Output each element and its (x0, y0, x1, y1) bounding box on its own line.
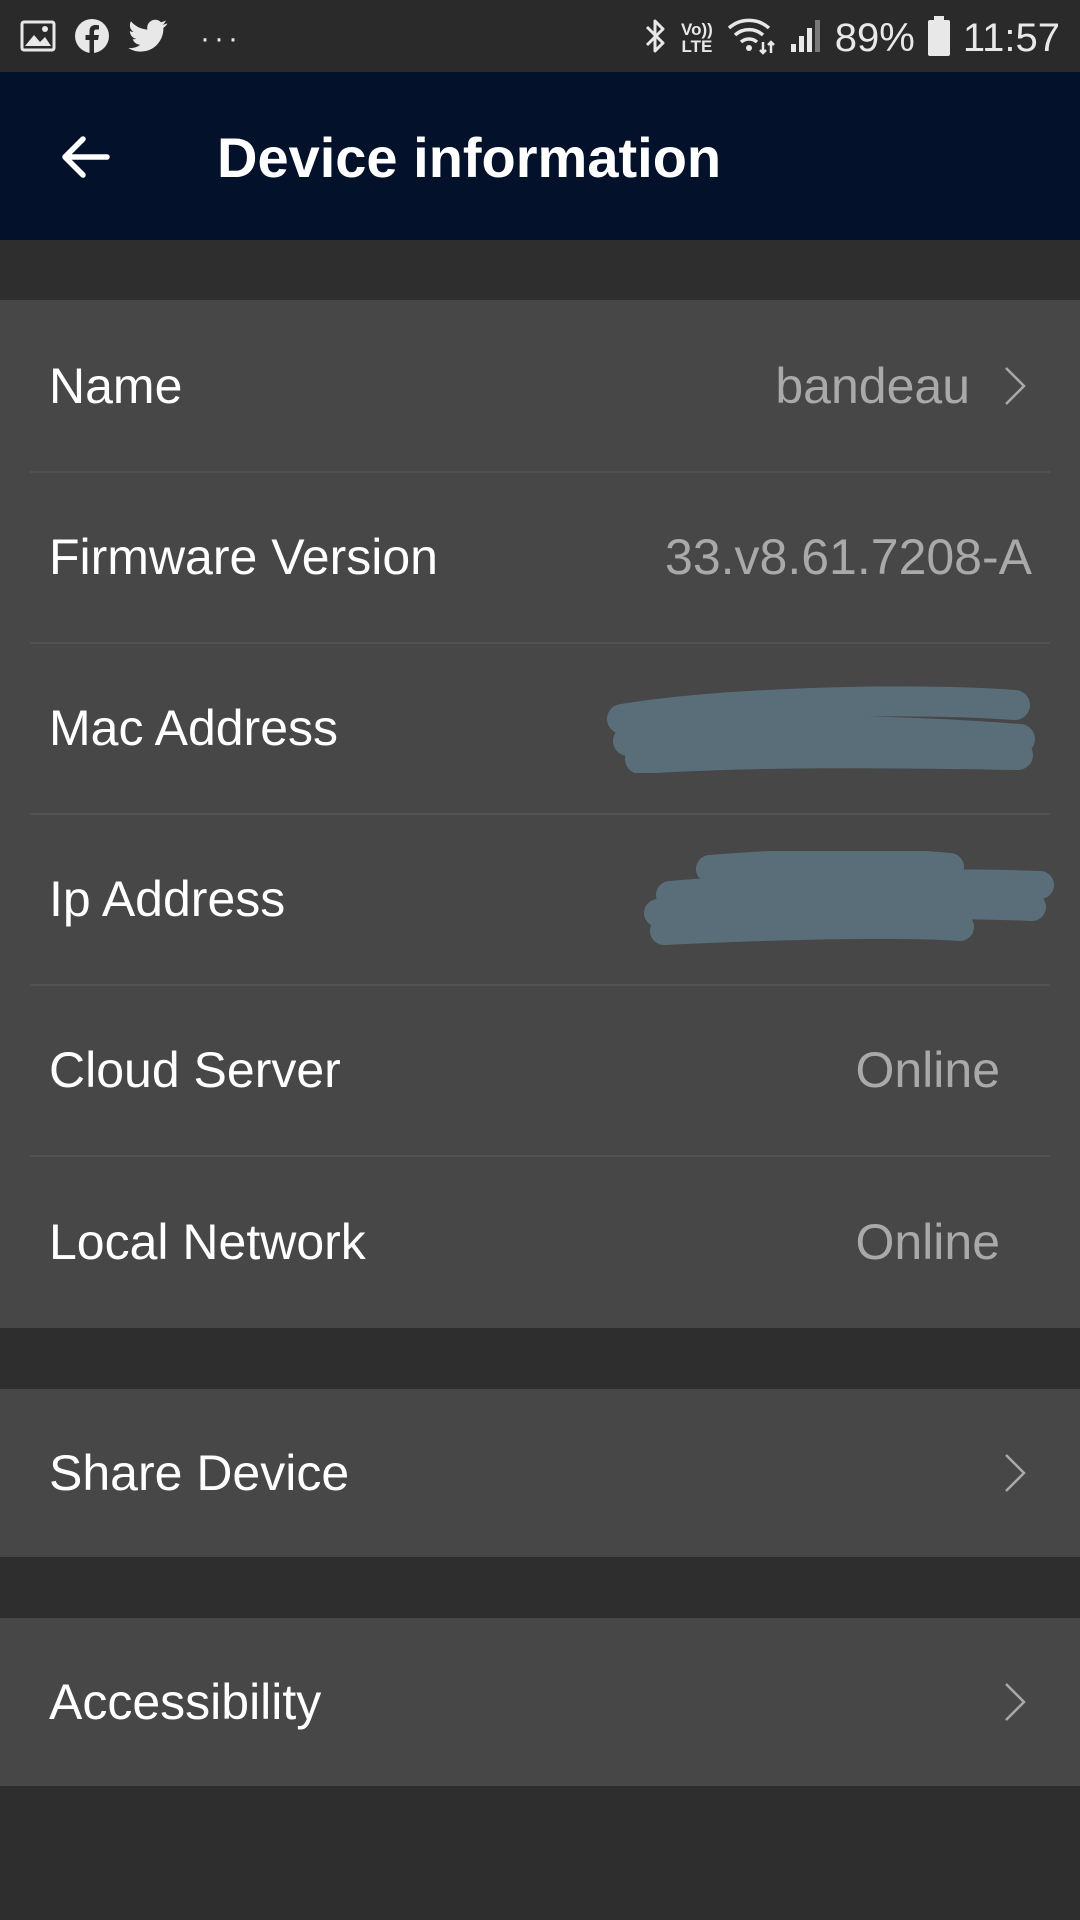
local-network-row: Local Network Online (0, 1155, 1080, 1328)
wifi-icon (725, 16, 777, 61)
local-network-status: Online (855, 1213, 1000, 1270)
firmware-value: 33.v8.61.7208-A (665, 528, 1032, 585)
battery-icon (927, 15, 951, 62)
cloud-server-label: Cloud Server (49, 1041, 341, 1098)
accessibility-row[interactable]: Accessibility (0, 1618, 1080, 1786)
mac-address-row: Mac Address (0, 642, 1080, 813)
accessibility-card: Accessibility (0, 1618, 1080, 1786)
name-value: bandeau (775, 357, 970, 414)
cloud-server-status: Online (855, 1041, 1000, 1098)
twitter-icon (128, 19, 168, 58)
chevron-right-icon (1005, 1683, 1026, 1721)
firmware-row: Firmware Version 33.v8.61.7208-A (0, 471, 1080, 642)
facebook-icon (74, 18, 110, 59)
device-info-card: Name bandeau Firmware Version 33.v8.61.7… (0, 300, 1080, 1328)
chevron-right-icon (1005, 1454, 1026, 1492)
battery-percent: 89% (834, 16, 915, 60)
volte-icon: Vo)) LTE (681, 21, 713, 55)
clock: 11:57 (962, 16, 1060, 60)
accessibility-label: Accessibility (49, 1674, 322, 1730)
share-device-label: Share Device (49, 1445, 350, 1501)
chevron-right-icon (1005, 366, 1026, 405)
volte-label: Vo)) (681, 20, 713, 39)
system-icons: Vo)) LTE 89% 11:57 (643, 10, 1060, 66)
arrow-left-icon (62, 136, 110, 178)
ip-address-row: Ip Address (0, 813, 1080, 984)
back-button[interactable] (50, 122, 120, 192)
signal-icon (789, 16, 823, 61)
firmware-label: Firmware Version (49, 528, 438, 585)
local-network-label: Local Network (49, 1213, 366, 1270)
name-row[interactable]: Name bandeau (0, 300, 1080, 471)
notification-icons: ··· (20, 18, 242, 59)
mac-address-label: Mac Address (49, 699, 339, 756)
lte-label: LTE (681, 37, 713, 56)
more-dots-icon: ··· (200, 21, 242, 55)
name-label: Name (49, 357, 183, 414)
gallery-icon (20, 20, 56, 57)
share-device-card: Share Device (0, 1389, 1080, 1557)
bluetooth-icon (643, 16, 669, 61)
share-device-row[interactable]: Share Device (0, 1389, 1080, 1557)
ip-address-redaction (644, 850, 1054, 945)
app-bar: Device information (0, 72, 1080, 240)
mac-address-redaction (607, 685, 1035, 773)
cloud-server-row: Cloud Server Online (0, 984, 1080, 1155)
ip-address-label: Ip Address (49, 870, 286, 927)
page-title: Device information (217, 126, 722, 189)
status-bar: ··· Vo)) LTE 89% 11:57 (0, 0, 1080, 72)
